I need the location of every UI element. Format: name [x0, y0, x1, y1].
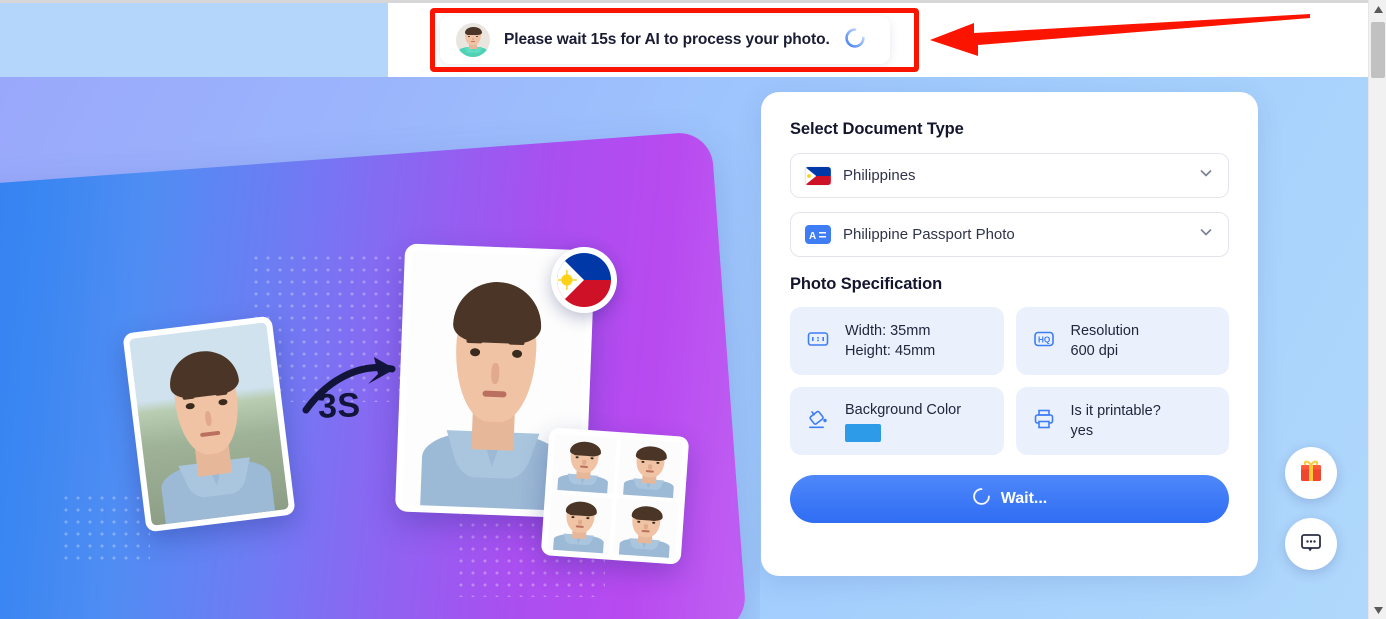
document-type-select[interactable]: A Philippine Passport Photo [790, 212, 1229, 257]
printer-icon [1032, 407, 1056, 436]
spec-card-printable: Is it printable? yes [1015, 387, 1229, 455]
spec-background-label: Background Color [845, 402, 962, 418]
document-type-value: Philippine Passport Photo [843, 226, 1015, 243]
vertical-scrollbar[interactable] [1368, 0, 1386, 619]
spec-resolution-label: Resolution [1070, 323, 1140, 339]
loading-spinner-icon [972, 487, 991, 511]
speed-label: 3S [317, 386, 362, 426]
chat-fab-button[interactable] [1285, 518, 1337, 570]
spec-resolution-value: 600 dpi [1070, 343, 1119, 359]
avatar [456, 23, 490, 57]
paint-bucket-icon [806, 407, 830, 436]
chevron-down-icon [1198, 224, 1214, 245]
spec-card-dimensions: Width: 35mm Height: 45mm [790, 307, 1004, 375]
chevron-down-icon [1198, 165, 1214, 186]
toast-message: Please wait 15s for AI to process your p… [504, 31, 830, 48]
hq-resolution-icon: HQ [1032, 327, 1056, 356]
spec-printable-label: Is it printable? [1070, 403, 1161, 419]
svg-text:HQ: HQ [1038, 335, 1051, 344]
photo-settings-panel: Select Document Type Philippines A Phili… [761, 92, 1258, 576]
wait-button-label: Wait... [1000, 490, 1048, 507]
spec-width-label: Width: 35mm [845, 323, 931, 339]
dimensions-icon [806, 327, 830, 356]
hero-illustration: 3S [0, 77, 760, 619]
country-select-value: Philippines [843, 167, 916, 184]
select-document-type-title: Select Document Type [790, 120, 964, 138]
scroll-down-arrow-icon[interactable] [1369, 601, 1386, 619]
spec-card-background-color: Background Color [790, 387, 1004, 455]
scrollbar-thumb[interactable] [1371, 22, 1385, 78]
chat-bubble-icon [1299, 530, 1323, 559]
id-card-icon: A [805, 225, 831, 244]
philippines-flag-icon [805, 166, 831, 185]
svg-text:A: A [809, 231, 816, 242]
photo-specification-grid: Width: 35mm Height: 45mm HQ Resolution 6… [790, 307, 1229, 455]
philippines-flag-icon [557, 253, 611, 307]
spec-height-label: Height: 45mm [845, 343, 936, 359]
scroll-up-arrow-icon[interactable] [1369, 0, 1386, 18]
processing-toast: Please wait 15s for AI to process your p… [440, 16, 890, 64]
country-select[interactable]: Philippines [790, 153, 1229, 198]
decorative-dot-grid [60, 492, 150, 562]
gift-icon [1298, 458, 1324, 489]
gift-fab-button[interactable] [1285, 447, 1337, 499]
wait-button[interactable]: Wait... [790, 475, 1229, 523]
background-color-swatch [845, 424, 881, 442]
country-flag-badge [551, 247, 617, 313]
printable-photo-sheet [540, 427, 690, 565]
before-photo-card [122, 315, 296, 533]
photo-specification-title: Photo Specification [790, 275, 943, 293]
browser-viewport: 3S Select Document Type Philippines A Ph… [0, 0, 1368, 619]
spec-card-resolution: HQ Resolution 600 dpi [1015, 307, 1229, 375]
portrait-illustration [129, 322, 289, 526]
user-photo-avatar [456, 23, 490, 57]
spec-printable-value: yes [1070, 423, 1094, 439]
loading-spinner-icon [844, 27, 866, 54]
